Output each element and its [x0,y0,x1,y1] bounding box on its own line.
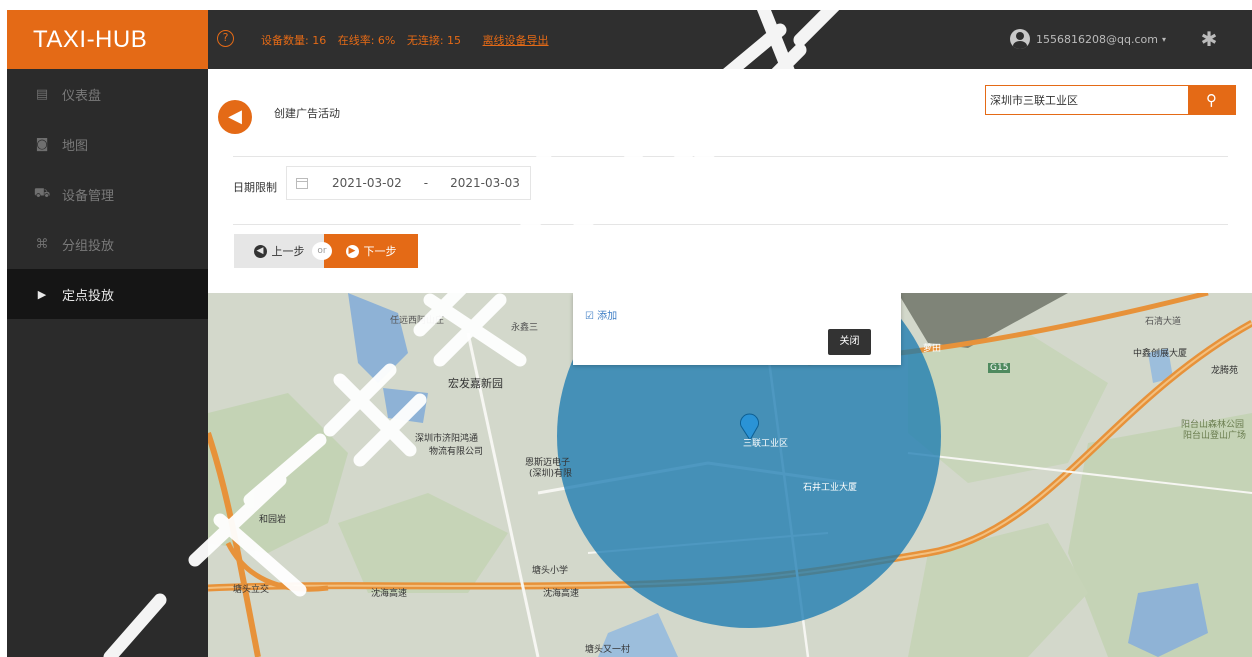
divider [233,224,1228,225]
chevron-down-icon: ▾ [1161,34,1166,44]
sidebar-item-label: 设备管理 [62,188,115,204]
sidebar-item-dashboard[interactable]: ▤ 仪表盘 [7,69,208,119]
map-label: (深圳)有限 [529,469,573,479]
close-button[interactable]: 关闭 [828,329,871,355]
map-label: 塘头小学 [532,566,569,576]
export-offline-link[interactable]: 离线设备导出 [483,34,549,47]
map-label: 深圳市济阳鸿通 [415,434,479,444]
map-label: 塘头立交 [233,585,270,595]
sidebar-item-label: 地图 [62,138,89,154]
play-icon: ▶ [37,287,47,301]
map-label: 沈海高速 [371,589,408,599]
sidebar: ▤ 仪表盘 ◙ 地图 ⛟ 设备管理 ⌘ 分组投放 ▶ 定点投放 [7,69,208,657]
online-rate: 在线率: 6% [337,34,396,47]
map-label: 宏发嘉新园 [448,377,503,390]
date-limit-label: 日期限制 [233,181,277,194]
previous-step-button[interactable]: ◀ 上一步 [234,234,324,268]
no-connection-count: 无连接: 15 [406,34,462,47]
next-step-label: 下一步 [363,245,397,258]
sidebar-item-point-delivery[interactable]: ▶ 定点投放 [7,269,208,319]
sidebar-item-device-management[interactable]: ⛟ 设备管理 [7,169,208,219]
help-icon[interactable]: ? [217,30,234,47]
step-buttons: ◀ 上一步 or ▶ 下一步 [234,234,418,268]
group-icon: ⌘ [35,236,49,252]
map-label: 物流有限公司 [429,447,484,457]
app-window: TAXI-HUB ? 设备数量: 16 在线率: 6% 无连接: 15 离线设备… [7,10,1252,657]
date-end: 2021-03-03 [450,176,520,190]
device-count: 设备数量: 16 [261,34,327,47]
dashboard-icon: ▤ [35,86,49,102]
back-button[interactable]: ◀ [218,100,252,134]
date-start: 2021-03-02 [332,176,402,190]
map-label: 阳台山登山广场 [1183,431,1247,441]
arrow-left-icon: ◀ [253,244,267,258]
sidebar-item-label: 分组投放 [62,238,115,254]
top-header: TAXI-HUB ? 设备数量: 16 在线率: 6% 无连接: 15 离线设备… [7,10,1252,69]
previous-step-label: 上一步 [271,245,305,258]
search-input[interactable] [986,86,1188,114]
sidebar-item-group-delivery[interactable]: ⌘ 分组投放 [7,219,208,269]
next-step-button[interactable]: ▶ 下一步 [324,234,418,268]
calendar-icon [296,177,308,189]
user-email: 1556816208@qq.com [1036,32,1158,46]
or-badge: or [312,242,332,260]
map-label: 沈海高速 [543,589,580,599]
user-menu[interactable]: 1556816208@qq.com ▾ [1010,27,1166,51]
search-button[interactable]: ⚲ [1188,86,1235,114]
map-label: 任远西阿山庄 [390,316,445,326]
gear-icon[interactable]: ✱ [1197,27,1221,51]
map-icon: ◙ [35,136,49,152]
device-stats: 设备数量: 16 在线率: 6% 无连接: 15 离线设备导出 [261,32,557,48]
sidebar-item-label: 仪表盘 [62,88,102,104]
sidebar-item-label: 定点投放 [62,288,115,304]
map-label: 萝田 [923,344,942,354]
map-label: 和园岩 [259,515,287,525]
map-label: 三联工业区 [743,439,789,449]
divider [233,156,1228,157]
map-label: G15 [988,363,1011,373]
arrow-right-icon: ▶ [345,244,359,258]
campaign-panel: ◀ 创建广告活动 ⚲ 日期限制 2021-03-02 - 2021-03-03 … [208,69,1252,293]
map-label: 石清大道 [1145,317,1182,327]
add-link[interactable]: ☑ 添加 [585,307,617,322]
location-search: ⚲ [985,85,1236,115]
map-label: 龙腾苑 [1211,366,1239,376]
brand-logo[interactable]: TAXI-HUB [7,10,208,69]
car-icon: ⛟ [33,185,51,201]
page-title: 创建广告活动 [274,107,340,120]
date-separator: - [423,176,429,190]
map-label: 石井工业大厦 [803,483,858,493]
info-popup: ☑ 添加 关闭 [573,293,901,365]
map-label: 永鑫三 [511,323,539,333]
sidebar-item-map[interactable]: ◙ 地图 [7,119,208,169]
map-label: 塘头又一村 [585,645,631,655]
map-label: 中鑫创展大厦 [1133,349,1188,359]
date-range-picker[interactable]: 2021-03-02 - 2021-03-03 [286,166,531,200]
avatar-icon [1010,29,1030,49]
map-view[interactable]: 任远西阿山庄 永鑫三 宏发嘉新园 深圳市济阳鸿通 物流有限公司 恩斯迈电子 (深… [208,293,1252,657]
search-icon: ⚲ [1206,91,1217,109]
